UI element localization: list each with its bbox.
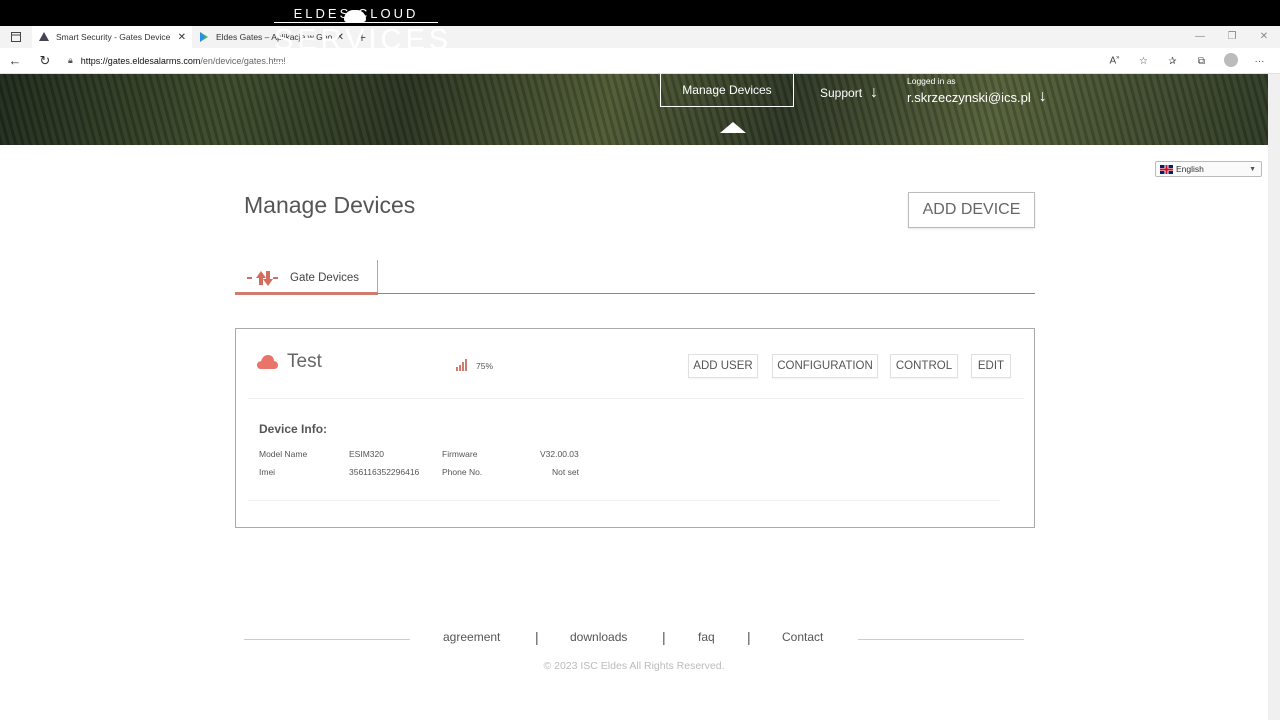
tab-title: Smart Security - Gates Device [56, 32, 171, 42]
footer-link-contact[interactable]: Contact [782, 630, 823, 644]
arrow-down-icon: ↓ [1038, 88, 1047, 105]
favorites-icon[interactable]: ✰ [1158, 56, 1187, 67]
device-name: Test [287, 351, 322, 372]
logo-main-text: SERVICES [274, 24, 453, 56]
gate-arrows-icon [247, 269, 279, 287]
address-bar[interactable]: 🔒︎ https://gates.eldesalarms.com/en/devi… [68, 55, 285, 66]
minimize-icon[interactable]: — [1184, 26, 1216, 48]
footer-separator: | [535, 629, 539, 645]
nav-manage-devices[interactable]: Manage Devices [660, 74, 794, 107]
copyright-text: © 2023 ISC Eldes All Rights Reserved. [543, 660, 725, 672]
nav-active-caret-icon [720, 122, 746, 133]
google-play-icon [198, 31, 210, 43]
footer-rule [244, 639, 410, 640]
phone-label: Phone No. [442, 467, 483, 477]
footer-separator: | [662, 629, 666, 645]
logo-cloud-icon [344, 10, 366, 22]
imei-label: Imei [259, 467, 276, 477]
top-strip [0, 0, 1280, 26]
tab-actions-icon[interactable] [0, 26, 32, 48]
model-name-label: Model Name [259, 449, 308, 459]
add-user-button[interactable]: ADD USER [688, 354, 758, 378]
footer-separator: | [747, 629, 751, 645]
tab-label: Gate Devices [290, 271, 360, 284]
site-header-banner [0, 74, 1268, 145]
site-favicon-icon [38, 31, 50, 43]
footer-link-faq[interactable]: faq [698, 630, 715, 644]
language-select[interactable]: English ▼ [1155, 161, 1262, 177]
card-divider [248, 500, 1000, 501]
tab-gate-devices[interactable]: Gate Devices [235, 260, 378, 295]
restore-icon[interactable]: ❐ [1216, 26, 1248, 48]
favorite-add-icon[interactable]: ☆ [1129, 56, 1158, 67]
device-info-title: Device Info: [259, 422, 328, 436]
more-menu-icon[interactable]: ··· [1245, 56, 1274, 67]
signal-percent: 75% [476, 361, 494, 371]
footer-link-agreement[interactable]: agreement [443, 630, 500, 644]
logged-in-label: Logged in as [907, 76, 956, 86]
signal-strength-icon [456, 359, 468, 371]
eldes-cloud-services-logo[interactable]: ELDES CLOUD SERVICES [274, 2, 453, 68]
firmware-label: Firmware [442, 449, 478, 459]
user-menu[interactable]: Logged in as r.skrzeczynski@ics.pl ↓ [907, 76, 1047, 106]
language-selected: English [1176, 164, 1204, 174]
add-device-button[interactable]: ADD DEVICE [908, 192, 1035, 228]
edit-button[interactable]: EDIT [971, 354, 1011, 378]
url-path: /en/device/gates.html [200, 55, 286, 66]
profile-icon[interactable] [1216, 52, 1245, 70]
footer-rule [858, 639, 1024, 640]
reload-icon[interactable]: ↻ [30, 53, 60, 69]
nav-support-label: Support [820, 86, 863, 100]
lock-icon[interactable]: 🔒︎ [68, 55, 73, 66]
page-title: Manage Devices [244, 192, 416, 218]
footer-link-downloads[interactable]: downloads [570, 630, 627, 644]
user-email: r.skrzeczynski@ics.pl [907, 89, 1031, 105]
url-host: https://gates.eldesalarms.com [80, 55, 201, 66]
browser-tab-bar: Smart Security - Gates Device ✕ Eldes Ga… [0, 26, 1280, 48]
model-name-value: ESIM320 [349, 449, 384, 459]
dropdown-caret-icon: ▼ [1249, 165, 1256, 173]
page-scrollbar[interactable] [1268, 74, 1280, 720]
logo-rule [274, 62, 438, 63]
logo-rule [274, 22, 438, 23]
control-button[interactable]: CONTROL [890, 354, 958, 378]
configuration-button[interactable]: CONFIGURATION [772, 354, 878, 378]
card-divider [248, 398, 1024, 399]
close-window-icon[interactable]: ✕ [1248, 26, 1280, 48]
window-controls: — ❐ ✕ [1184, 26, 1280, 48]
cloud-icon [257, 355, 278, 369]
collections-icon[interactable]: ⧉ [1187, 56, 1216, 67]
imei-value: 356116352296416 [349, 467, 420, 477]
firmware-value: V32.00.03 [540, 449, 579, 459]
tab-close-icon[interactable]: ✕ [178, 32, 186, 43]
uk-flag-icon [1160, 164, 1173, 174]
address-bar-row: ← ↻ 🔒︎ https://gates.eldesalarms.com/en/… [0, 48, 1280, 74]
browser-toolbar: A» ☆ ✰ ⧉ ··· [1100, 48, 1274, 74]
browser-tab-active[interactable]: Smart Security - Gates Device ✕ [32, 26, 192, 48]
read-aloud-icon[interactable]: A» [1100, 55, 1129, 66]
phone-value: Not set [552, 467, 579, 477]
device-card: Test 75% ADD USER CONFIGURATION CONTROL … [235, 328, 1035, 528]
nav-support[interactable]: Support ↓ [820, 84, 878, 102]
back-arrow-icon[interactable]: ← [0, 53, 30, 68]
arrow-down-icon: ↓ [870, 84, 879, 101]
